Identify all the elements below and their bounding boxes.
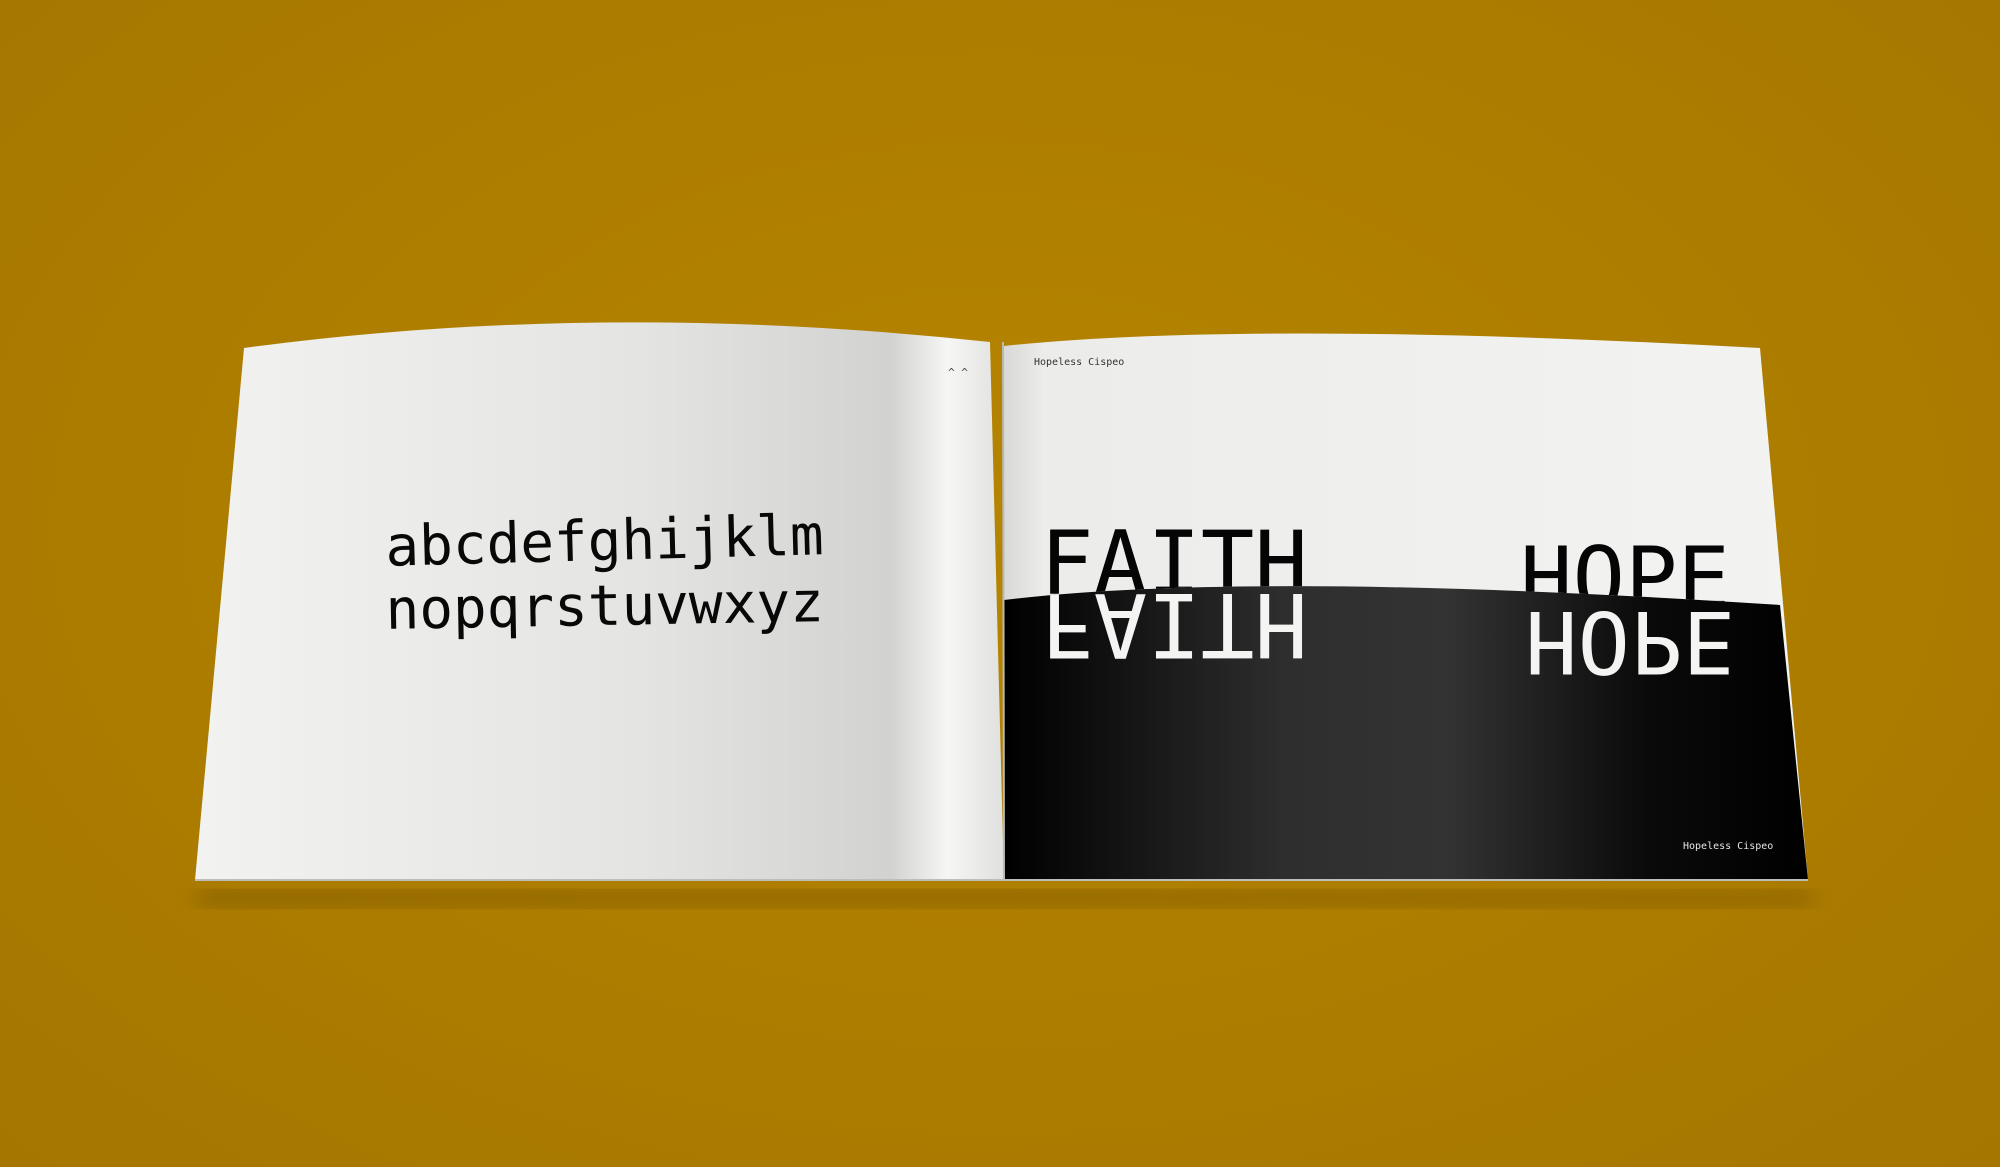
word-hope-reflection: HOPE	[1525, 591, 1735, 691]
open-booklet: abcdefghijklm nopqrstuvwxyz ^ ^ Hopeless…	[195, 322, 1815, 905]
header-label: Hopeless Cispeo	[1034, 357, 1124, 368]
background-surface: abcdefghijklm nopqrstuvwxyz ^ ^ Hopeless…	[0, 0, 2000, 1167]
corner-mark: ^ ^	[948, 366, 968, 379]
gutter	[1002, 341, 1005, 881]
footer-label: Hopeless Cispeo	[1683, 841, 1773, 852]
booklet-shadow	[195, 890, 1815, 905]
alphabet-line-1: abcdefghijklm	[385, 503, 825, 579]
alphabet-line-2: nopqrstuvwxyz	[385, 570, 824, 643]
